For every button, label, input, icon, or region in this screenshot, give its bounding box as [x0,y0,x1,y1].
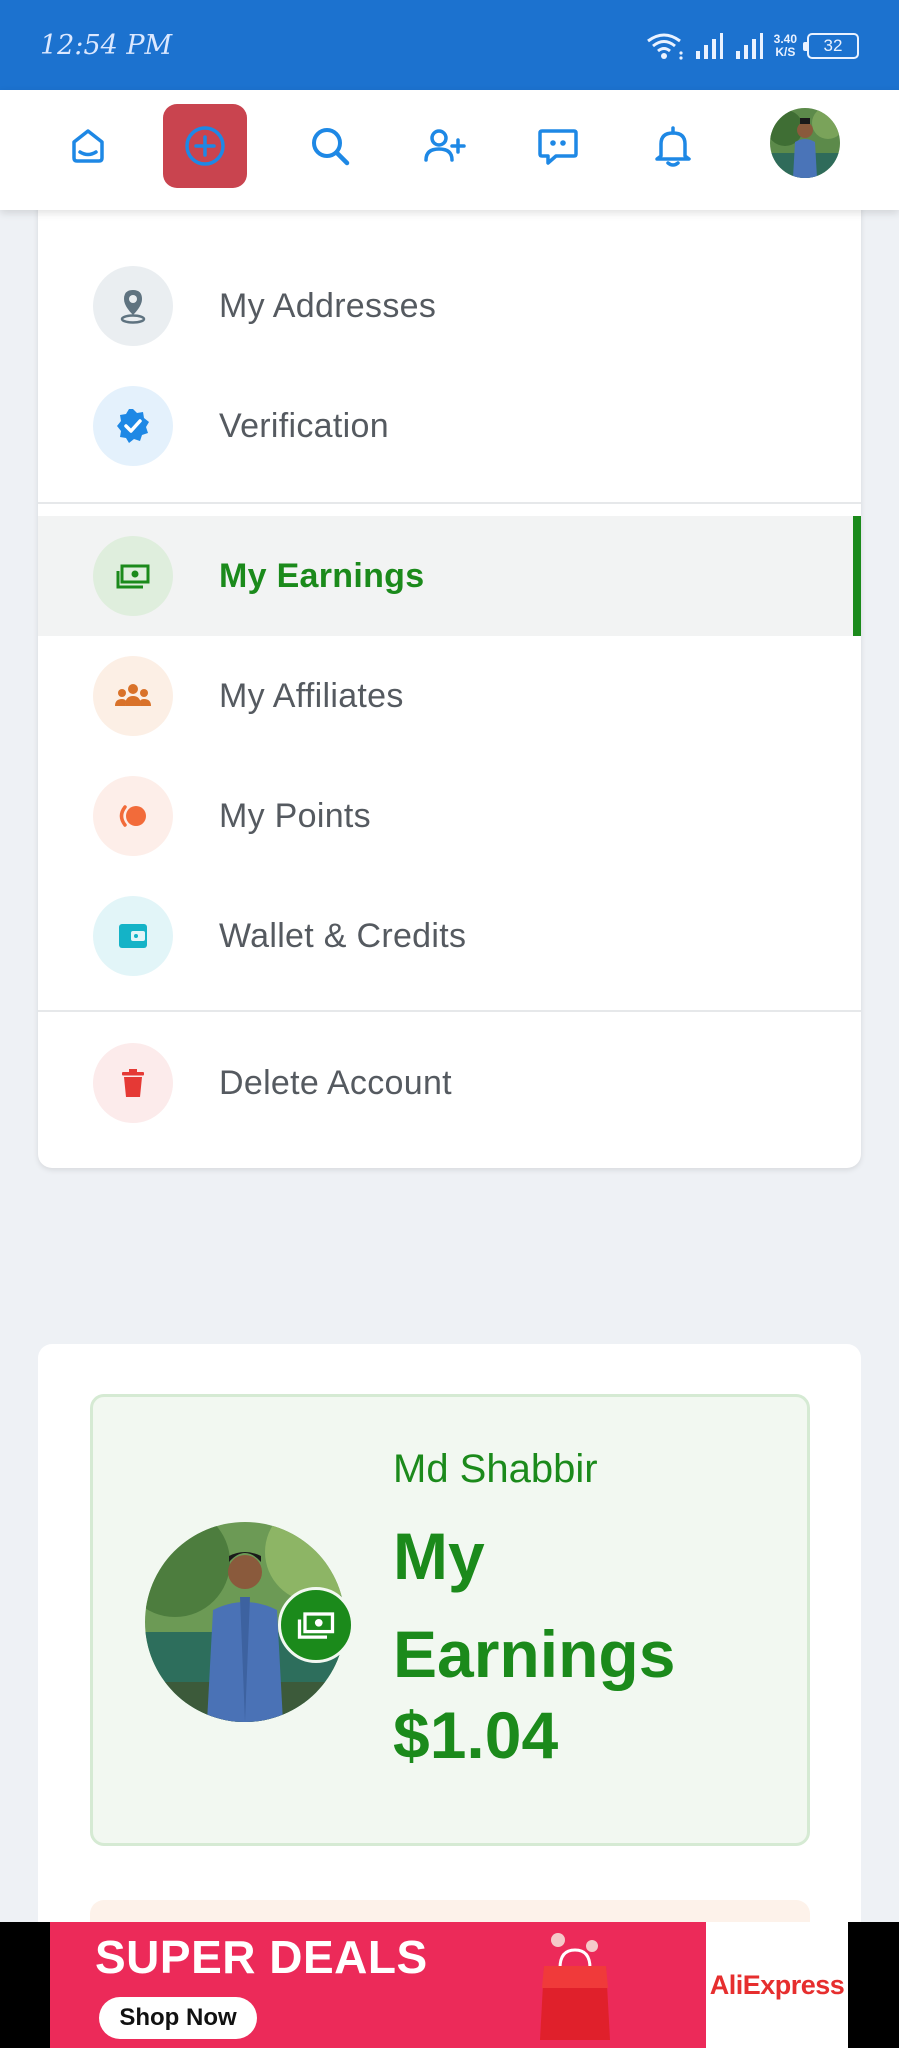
nav-add-friend-button[interactable] [402,104,486,188]
menu-item-verification[interactable]: Verification [38,366,861,486]
verified-badge-icon [117,409,149,443]
menu-icon-bg [93,1043,173,1123]
plus-circle-icon [185,126,225,166]
menu-divider [38,502,861,504]
earnings-amount: $1.04 [393,1698,559,1772]
account-menu: My Addresses Verification My Earnings My… [38,180,861,1168]
menu-item-label: My Affiliates [219,676,404,715]
ad-title: SUPER DEALS [95,1931,428,1983]
menu-item-my-addresses[interactable]: My Addresses [38,246,861,366]
nav-search-button[interactable] [288,104,372,188]
menu-icon-bg [93,656,173,736]
signal-icon [695,33,723,59]
menu-item-label: My Addresses [219,286,437,325]
money-badge [278,1587,354,1663]
menu-item-label: Wallet & Credits [219,916,467,955]
aliexpress-logo: AliExpress [709,1969,845,2000]
menu-item-label: My Points [219,796,371,835]
chat-icon [538,129,578,165]
money-icon [297,1612,335,1639]
menu-icon-bg [93,386,173,466]
shopping-bag-icon [540,1933,610,2040]
trash-icon [122,1069,144,1097]
ad-banner[interactable]: SUPER DEALS Shop Now AliExpress [0,1922,899,2048]
user-name: Md Shabbir [393,1447,598,1491]
network-speed: 3.40 K/S [774,33,797,59]
signal-icon-2 [735,33,763,59]
avatar[interactable] [770,108,840,178]
points-icon [119,805,146,827]
earnings-summary: Md Shabbir My Earnings $1.04 [90,1394,810,1846]
menu-icon-bg [93,266,173,346]
earnings-title: My Earnings [393,1519,676,1691]
nav-create-button[interactable] [163,104,247,188]
network-speed-unit: K/S [775,45,796,59]
money-icon [116,564,150,589]
battery-icon: 32 [803,33,859,59]
menu-item-delete-account[interactable]: Delete Account [38,1023,861,1143]
location-pin-icon [120,290,146,324]
status-bar: 12:54 PM 3.40 K/S 32 [0,0,899,90]
shop-now-button[interactable]: Shop Now [99,1997,257,2039]
menu-icon-bg [93,536,173,616]
search-icon [312,128,350,166]
menu-item-my-earnings[interactable]: My Earnings [38,516,861,636]
menu-item-label: Delete Account [219,1063,452,1102]
menu-item-wallet-credits[interactable]: Wallet & Credits [38,876,861,996]
inbox-icon [72,129,104,163]
menu-item-label: Verification [219,406,389,445]
ad-brand-panel: AliExpress [706,1922,848,2048]
add-user-icon [424,129,466,162]
avatar-photo [770,108,840,178]
nav-home-button[interactable] [46,104,130,188]
top-navigation [0,90,899,210]
menu-icon-bg [93,776,173,856]
bell-icon [655,126,691,167]
status-indicators: 3.40 K/S 32 [644,26,859,66]
active-indicator [853,516,861,636]
menu-item-label: My Earnings [219,556,425,595]
menu-item-my-points[interactable]: My Points [38,756,861,876]
nav-notifications-button[interactable] [631,104,715,188]
group-icon [115,684,151,706]
battery-level: 32 [823,36,843,55]
wifi-icon [646,33,683,60]
menu-divider [38,1010,861,1012]
menu-icon-bg [93,896,173,976]
menu-item-my-affiliates[interactable]: My Affiliates [38,636,861,756]
wallet-icon [119,924,147,948]
nav-messages-button[interactable] [516,104,600,188]
status-time: 12:54 PM [40,30,173,61]
